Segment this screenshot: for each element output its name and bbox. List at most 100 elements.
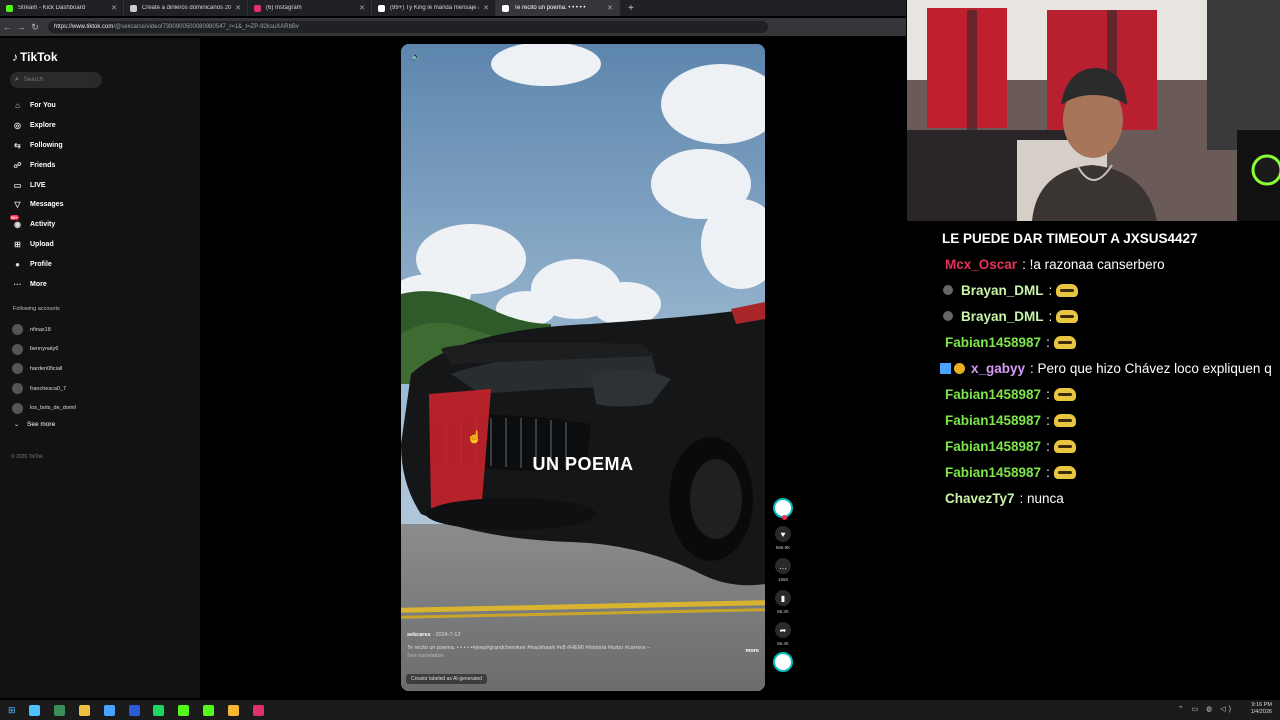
back-icon[interactable]: ← (0, 22, 14, 32)
close-tab-icon[interactable]: ✕ (359, 4, 365, 12)
save-count: 68.2K (777, 609, 789, 614)
chat-username[interactable]: Fabian1458987 (945, 335, 1041, 350)
sidebar-item-following[interactable]: ⇆ Following (12, 136, 63, 156)
sidebar-item-activity[interactable]: ◉ 99+ Activity (10, 215, 63, 235)
taskbar-app-icon[interactable] (29, 704, 41, 716)
taskbar-app-icon[interactable] (202, 704, 214, 716)
video-player[interactable]: 🔈 UN POEMA ☝ sekcarss · 2024-7-12 Te rec… (401, 44, 765, 691)
taskbar-app-icon[interactable] (252, 704, 264, 716)
url-field[interactable]: https://www.tiktok.com /@sekcarss/video/… (48, 21, 768, 33)
search-input[interactable]: ⌕ Search (10, 72, 102, 88)
comment-action[interactable]: … 1550 (771, 558, 795, 582)
sub-badge-icon (954, 362, 965, 374)
comment-icon[interactable]: … (775, 558, 791, 574)
like-action[interactable]: ♥ 666.8K (771, 526, 795, 550)
taskbar-app-icon[interactable] (103, 704, 115, 716)
taskbar-app-icon[interactable] (227, 704, 239, 716)
browser-tab[interactable]: Te recito un poema. • • • • • ✕ (496, 0, 620, 16)
creator-avatar[interactable] (773, 498, 793, 520)
chevron-down-icon: ⌄ (14, 422, 20, 428)
chat-username[interactable]: Fabian1458987 (945, 413, 1041, 428)
account-name: harden0ficiall (30, 365, 63, 372)
volume-icon[interactable]: 🔈 (411, 52, 421, 61)
taskbar-app-icon[interactable] (54, 704, 66, 716)
bookmark-icon[interactable]: ▮ (775, 590, 791, 606)
chat-message: x_gabyy: Pero que hizo Chávez loco expli… (940, 355, 1280, 381)
video-caption: Te recito un poema. • • • • •#jeep#grand… (407, 645, 651, 651)
chat-username[interactable]: Brayan_DML (961, 283, 1044, 298)
search-icon: ⌕ (15, 76, 19, 83)
following-account[interactable]: franchesca0_7 (12, 379, 76, 399)
new-tab-icon[interactable]: + (628, 3, 634, 14)
reload-icon[interactable]: ↻ (28, 22, 42, 33)
sidebar-item-friends[interactable]: ☍ Friends (12, 155, 63, 175)
following-account[interactable]: los_bots_de_domil (12, 398, 76, 418)
system-tray-icons[interactable]: ⌃ ▭ ◍ ◁) (1178, 705, 1234, 713)
browser-tab[interactable]: Create a dinleros dominicanos 20 ✕ (124, 0, 248, 16)
save-action[interactable]: ▮ 68.2K (771, 590, 795, 614)
chat-message: Brayan_DML: (940, 303, 1280, 329)
see-translation-link[interactable]: See translation (407, 653, 759, 659)
windows-start-icon[interactable]: ⊞ (8, 705, 16, 716)
chat-text: : (1048, 282, 1053, 298)
chat-username[interactable]: Brayan_DML (961, 309, 1044, 324)
account-name: los_bots_de_domil (30, 405, 76, 412)
chat-username[interactable]: ChavezTy7 (945, 491, 1015, 506)
close-tab-icon[interactable]: ✕ (483, 4, 489, 12)
sidebar-item-upload[interactable]: ⊞ Upload (12, 235, 63, 255)
taskbar-app-icon[interactable] (78, 704, 90, 716)
close-tab-icon[interactable]: ✕ (607, 4, 613, 12)
copyright: © 2026 TikTok (11, 454, 43, 460)
chat-username[interactable]: Fabian1458987 (945, 387, 1041, 402)
sidebar-item-messages[interactable]: ▽ Messages (12, 195, 63, 215)
sidebar-item-profile[interactable]: ● Profile (12, 254, 63, 274)
home-icon: ⌂ (15, 101, 20, 111)
close-tab-icon[interactable]: ✕ (111, 4, 117, 12)
following-account[interactable]: nfinax18 (12, 320, 76, 340)
url-path: /@sekcarss/video/7390900500080980547_r=1… (113, 24, 299, 30)
video-actions: ♥ 666.8K … 1550 ▮ 68.2K ➦ 56.4K (771, 498, 795, 672)
more-icon: ··· (13, 279, 22, 289)
following-account[interactable]: bennynaty6 (12, 340, 76, 360)
share-action[interactable]: ➦ 56.4K (771, 622, 795, 646)
heart-icon[interactable]: ♥ (775, 526, 791, 542)
webcam-image (907, 0, 1280, 221)
browser-tab[interactable]: (6) Instagram ✕ (248, 0, 372, 16)
chat-username[interactable]: Mcx_Oscar (945, 257, 1017, 272)
chat-username[interactable]: Fabian1458987 (945, 465, 1041, 480)
account-name: nfinax18 (30, 326, 51, 333)
caption-more-button[interactable]: more (746, 648, 759, 654)
chat-text: : (1046, 438, 1050, 454)
video-author[interactable]: sekcarss (407, 632, 431, 638)
like-count: 666.8K (775, 545, 791, 550)
chat-text: LE PUEDE DAR TIMEOUT A JXSUS4427 (942, 230, 1198, 246)
sidebar-item-for-you[interactable]: ⌂ For You (12, 96, 63, 116)
following-accounts-list: nfinax18 bennynaty6 harden0ficiall franches… (12, 320, 76, 418)
clock[interactable]: 9:16 PM 1/4/2026 (1251, 702, 1272, 716)
browser-tab[interactable]: (99+) Ty King le manda mensaje a ✕ (372, 0, 496, 16)
taskbar-app-icon[interactable] (153, 704, 165, 716)
following-account[interactable]: harden0ficiall (12, 359, 76, 379)
sidebar-item-live[interactable]: ▭ LIVE (12, 175, 63, 195)
share-icon[interactable]: ➦ (775, 622, 791, 638)
music-disc-avatar[interactable] (773, 652, 793, 672)
account-name: franchesca0_7 (30, 385, 67, 392)
chat-message: Fabian1458987: (940, 459, 1280, 485)
video-description: sekcarss · 2024-7-12 Te recito un poema.… (407, 632, 759, 659)
tab-favicon-icon (254, 4, 261, 12)
tiktok-logo[interactable]: ♪ TikTok (12, 50, 58, 64)
chat-username[interactable]: x_gabyy (971, 361, 1025, 376)
chat-username[interactable]: Fabian1458987 (945, 439, 1041, 454)
close-tab-icon[interactable]: ✕ (235, 4, 241, 12)
taskbar-app-icon[interactable] (178, 704, 190, 716)
sidebar-item-explore[interactable]: ◎ Explore (12, 116, 63, 136)
tiktok-logo-text: TikTok (20, 50, 58, 64)
taskbar-app-icon[interactable] (128, 704, 140, 716)
sidebar-item-more[interactable]: ··· More (12, 274, 63, 294)
profile-icon: ● (15, 259, 20, 269)
browser-tab[interactable]: Stream - Kick Dashboard ✕ (0, 0, 124, 16)
emote-icon (1053, 465, 1076, 479)
moderator-badge-icon (940, 362, 951, 374)
forward-icon[interactable]: → (14, 22, 28, 32)
see-more-button[interactable]: ⌄ See more (14, 421, 55, 428)
